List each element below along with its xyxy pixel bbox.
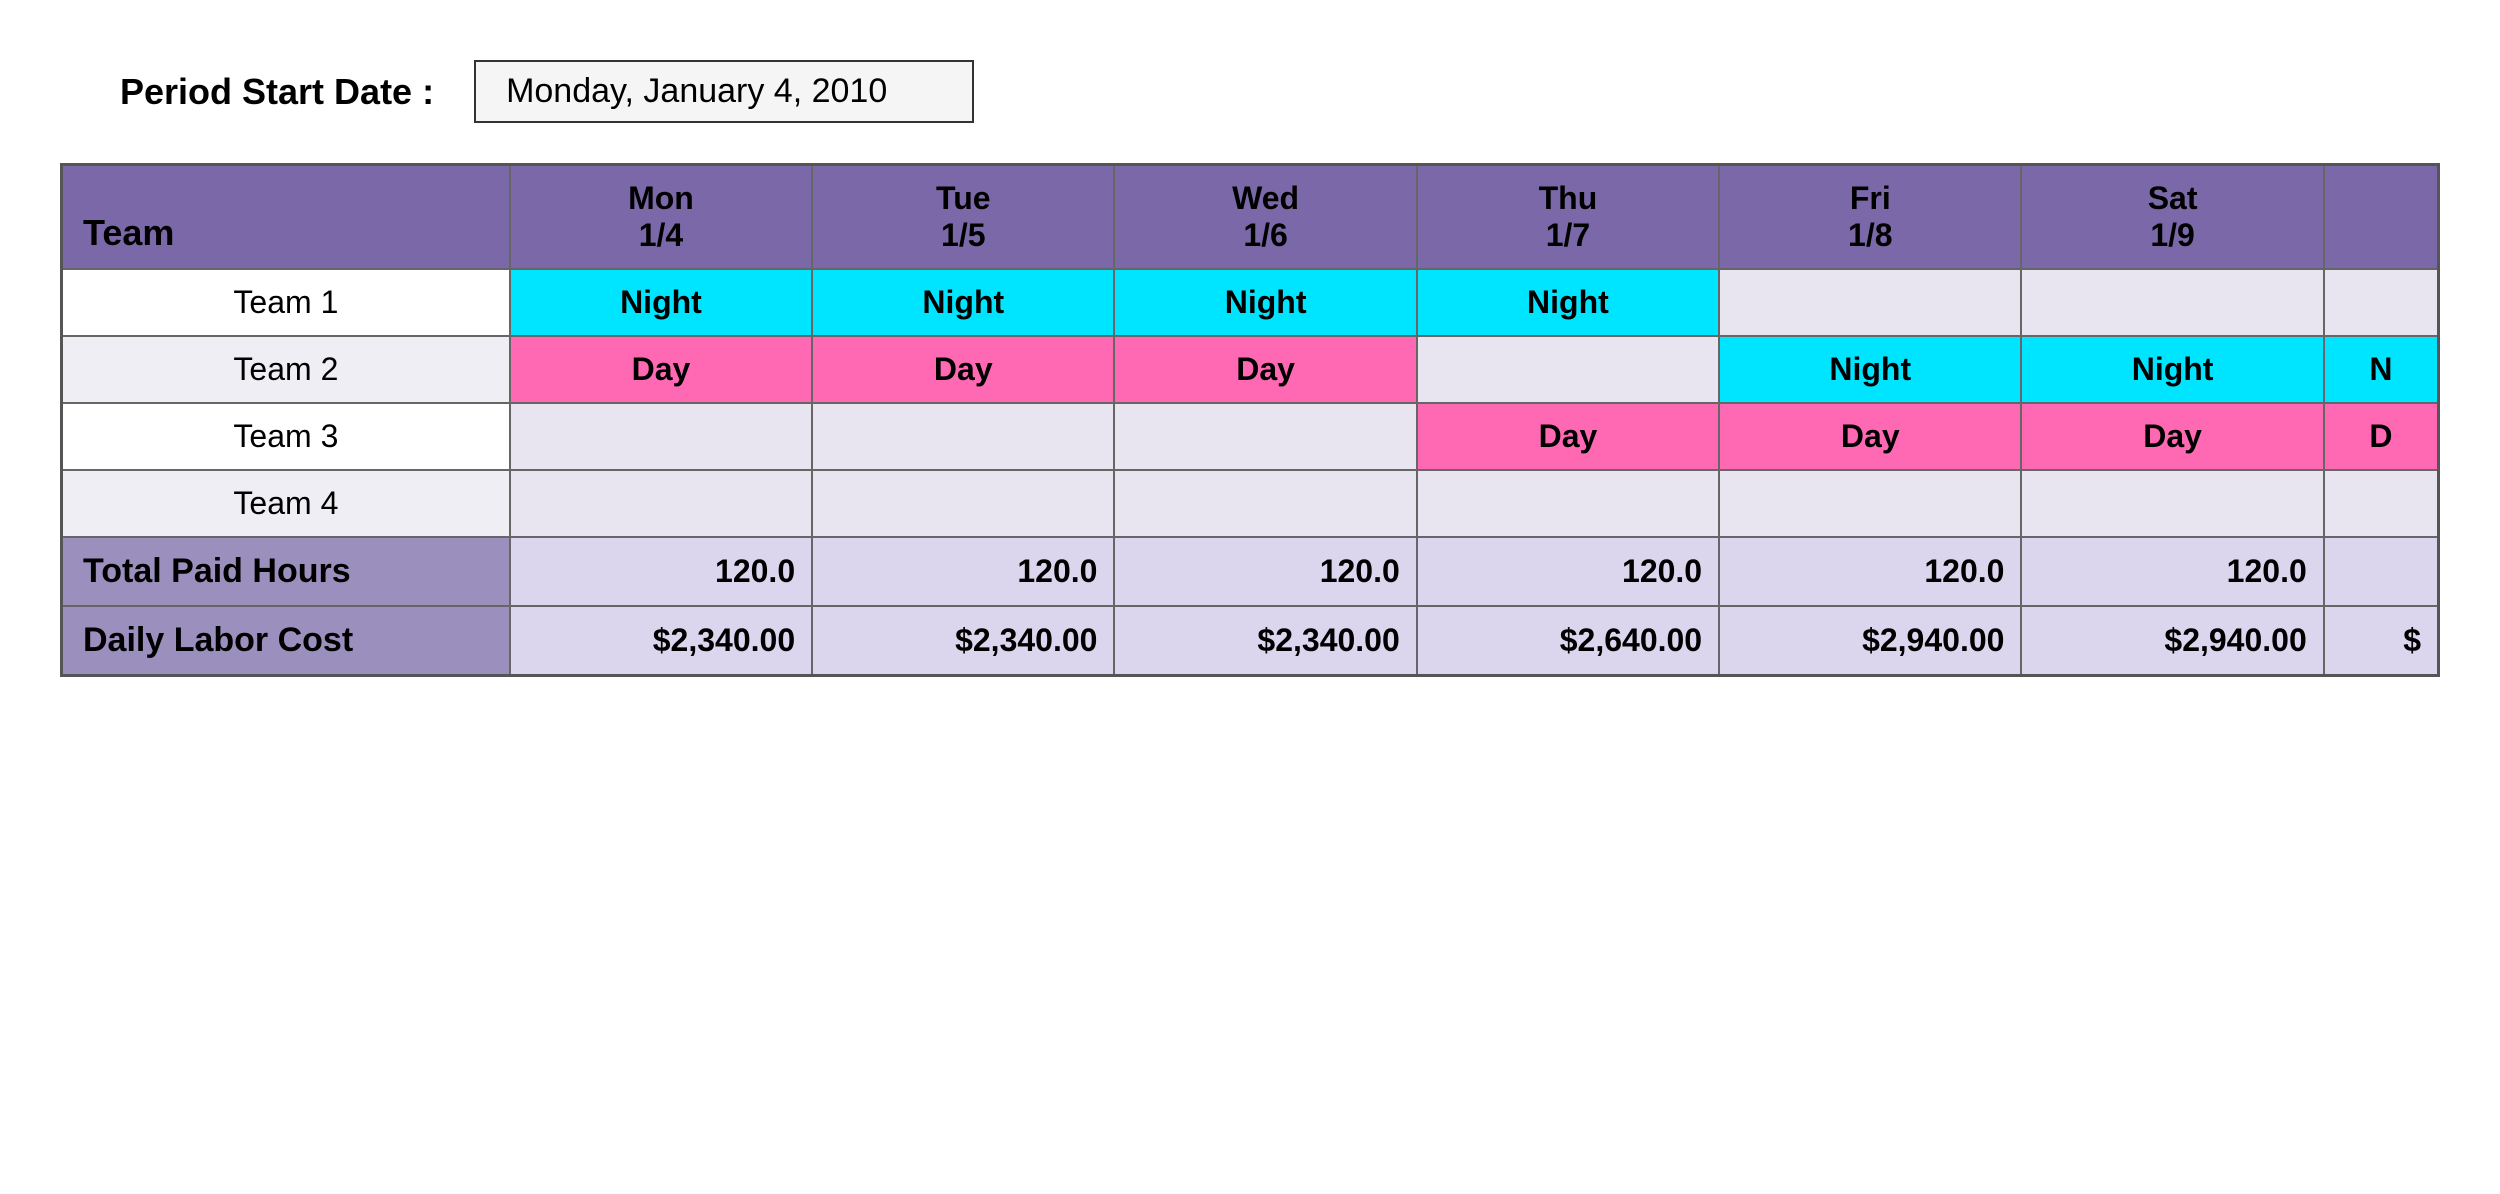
team-1-fri-cell: Night — [1719, 336, 2021, 403]
col-header-thu: Thu 1/7 — [1417, 165, 1719, 270]
daily-labor-cost-value-2: $2,340.00 — [1114, 606, 1416, 676]
daily-labor-cost-value-3: $2,640.00 — [1417, 606, 1719, 676]
team-0-thu-cell: Night — [1417, 269, 1719, 336]
table-row: Team 3DayDayDayD — [62, 403, 2439, 470]
team-2-sat-cell: Day — [2021, 403, 2323, 470]
daily-labor-cost-row: Daily Labor Cost$2,340.00$2,340.00$2,340… — [62, 606, 2439, 676]
team-2-fri-cell: Day — [1719, 403, 2021, 470]
team-0-wed-cell: Night — [1114, 269, 1416, 336]
team-name-cell: Team 4 — [62, 470, 510, 537]
team-2-extra-cell: D — [2324, 403, 2439, 470]
table-row: Team 1NightNightNightNight — [62, 269, 2439, 336]
daily-labor-cost-label: Daily Labor Cost — [62, 606, 510, 676]
table-row: Team 4 — [62, 470, 2439, 537]
team-1-thu-cell — [1417, 336, 1719, 403]
team-2-tue-cell — [812, 403, 1114, 470]
daily-labor-cost-value-6: $ — [2324, 606, 2439, 676]
col-header-sat: Sat 1/9 — [2021, 165, 2323, 270]
col-header-extra — [2324, 165, 2439, 270]
team-3-wed-cell — [1114, 470, 1416, 537]
schedule-table: Team Mon 1/4 Tue 1/5 Wed 1/6 Thu 1/7 Fri… — [60, 163, 2440, 677]
team-0-fri-cell — [1719, 269, 2021, 336]
team-3-fri-cell — [1719, 470, 2021, 537]
total-paid-hours-value-1: 120.0 — [812, 537, 1114, 606]
team-name-cell: Team 3 — [62, 403, 510, 470]
table-header-row: Team Mon 1/4 Tue 1/5 Wed 1/6 Thu 1/7 Fri… — [62, 165, 2439, 270]
total-paid-hours-value-6 — [2324, 537, 2439, 606]
team-3-tue-cell — [812, 470, 1114, 537]
team-3-extra-cell — [2324, 470, 2439, 537]
team-1-extra-cell: N — [2324, 336, 2439, 403]
team-1-mon-cell: Day — [510, 336, 812, 403]
team-0-mon-cell: Night — [510, 269, 812, 336]
total-paid-hours-value-0: 120.0 — [510, 537, 812, 606]
daily-labor-cost-value-0: $2,340.00 — [510, 606, 812, 676]
col-header-wed: Wed 1/6 — [1114, 165, 1416, 270]
team-3-sat-cell — [2021, 470, 2323, 537]
total-paid-hours-value-5: 120.0 — [2021, 537, 2323, 606]
team-3-mon-cell — [510, 470, 812, 537]
period-start-label: Period Start Date : — [120, 71, 434, 113]
team-1-tue-cell: Day — [812, 336, 1114, 403]
team-name-cell: Team 2 — [62, 336, 510, 403]
total-paid-hours-value-3: 120.0 — [1417, 537, 1719, 606]
total-paid-hours-value-2: 120.0 — [1114, 537, 1416, 606]
team-2-wed-cell — [1114, 403, 1416, 470]
team-1-sat-cell: Night — [2021, 336, 2323, 403]
table-row: Team 2DayDayDayNightNightN — [62, 336, 2439, 403]
daily-labor-cost-value-4: $2,940.00 — [1719, 606, 2021, 676]
team-2-thu-cell: Day — [1417, 403, 1719, 470]
col-header-mon: Mon 1/4 — [510, 165, 812, 270]
team-0-sat-cell — [2021, 269, 2323, 336]
daily-labor-cost-value-1: $2,340.00 — [812, 606, 1114, 676]
total-paid-hours-value-4: 120.0 — [1719, 537, 2021, 606]
total-paid-hours-row: Total Paid Hours120.0120.0120.0120.0120.… — [62, 537, 2439, 606]
daily-labor-cost-value-5: $2,940.00 — [2021, 606, 2323, 676]
col-header-tue: Tue 1/5 — [812, 165, 1114, 270]
period-start-value: Monday, January 4, 2010 — [474, 60, 974, 123]
total-paid-hours-label: Total Paid Hours — [62, 537, 510, 606]
team-name-cell: Team 1 — [62, 269, 510, 336]
team-0-extra-cell — [2324, 269, 2439, 336]
col-header-team: Team — [62, 165, 510, 270]
team-1-wed-cell: Day — [1114, 336, 1416, 403]
team-2-mon-cell — [510, 403, 812, 470]
team-0-tue-cell: Night — [812, 269, 1114, 336]
team-3-thu-cell — [1417, 470, 1719, 537]
col-header-fri: Fri 1/8 — [1719, 165, 2021, 270]
